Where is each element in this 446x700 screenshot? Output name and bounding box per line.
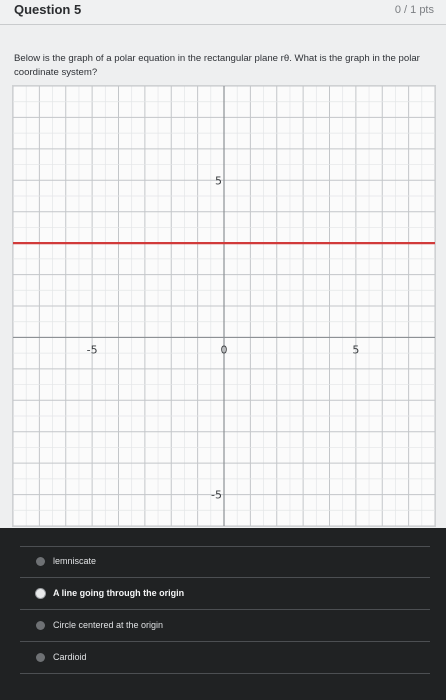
divider bbox=[20, 609, 430, 610]
answer-label: A line going through the origin bbox=[53, 588, 185, 598]
divider bbox=[20, 577, 430, 578]
question-body: Below is the graph of a polar equation i… bbox=[0, 25, 446, 528]
question-text: Below is the graph of a polar equation i… bbox=[14, 53, 420, 78]
polar-graph-chart: -5 0 5 5 -5 bbox=[13, 86, 435, 526]
question-points: 0 / 1 pts bbox=[394, 4, 434, 16]
divider bbox=[20, 641, 430, 642]
radio-button-selected[interactable] bbox=[36, 588, 45, 598]
divider bbox=[20, 546, 430, 547]
answer-option-line-through-origin[interactable]: A line going through the origin bbox=[36, 584, 184, 602]
quiz-page: Question 5 0 / 1 pts Below is the graph … bbox=[0, 0, 446, 700]
radio-button[interactable] bbox=[36, 556, 45, 566]
radio-button[interactable] bbox=[36, 652, 45, 662]
question-header: Question 5 0 / 1 pts bbox=[0, 0, 446, 25]
divider bbox=[20, 673, 430, 674]
answer-option-lemniscate[interactable]: lemniscate bbox=[36, 552, 96, 570]
answer-label: Circle centered at the origin bbox=[53, 620, 164, 630]
x-tick-label: 5 bbox=[352, 343, 359, 356]
y-tick-label: 5 bbox=[215, 174, 222, 187]
answer-option-circle-centered[interactable]: Circle centered at the origin bbox=[36, 616, 163, 634]
question-title: Question 5 bbox=[14, 2, 82, 17]
graph-panel: -5 0 5 5 -5 bbox=[12, 85, 436, 527]
radio-button[interactable] bbox=[36, 620, 45, 630]
answer-label: lemniscate bbox=[53, 556, 97, 566]
answer-option-cardioid[interactable]: Cardioid bbox=[36, 648, 87, 666]
y-tick-label: -5 bbox=[211, 489, 222, 502]
x-tick-label: -5 bbox=[87, 343, 98, 356]
answer-options: lemniscate A line going through the orig… bbox=[0, 528, 446, 700]
x-tick-label: 0 bbox=[221, 343, 228, 356]
answer-label: Cardioid bbox=[53, 652, 87, 662]
